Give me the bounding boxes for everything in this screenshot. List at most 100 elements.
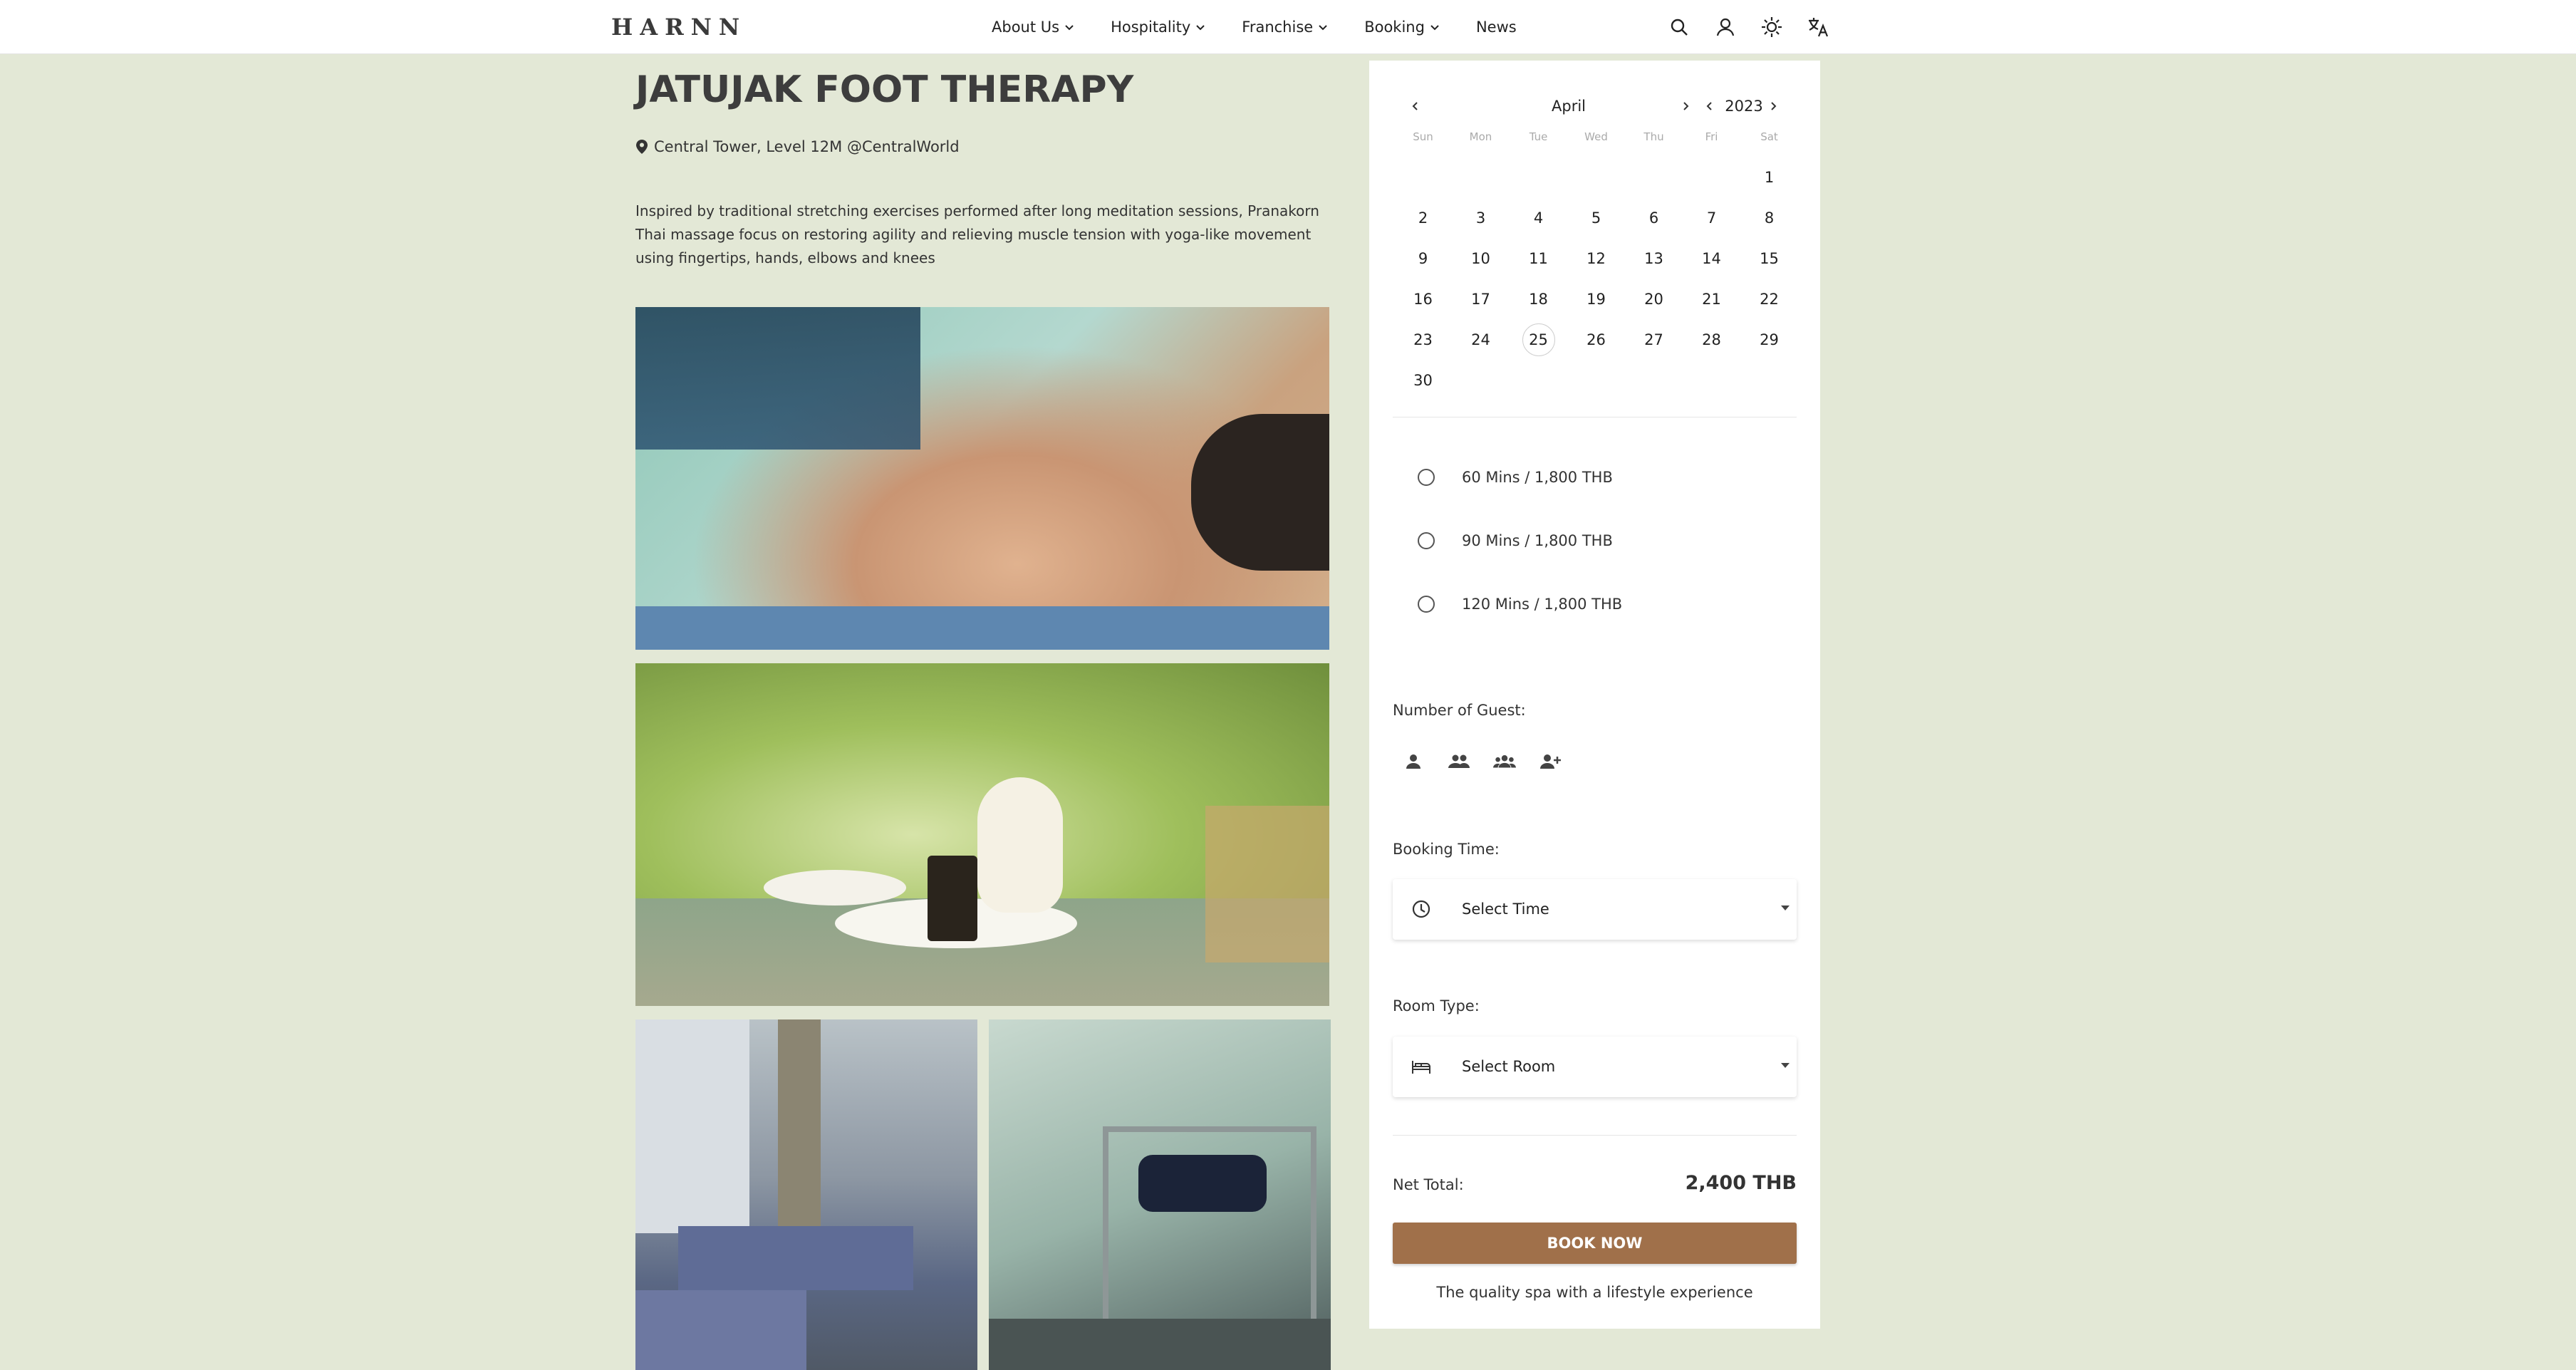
- calendar-day[interactable]: 8: [1740, 197, 1798, 238]
- calendar-day[interactable]: 28: [1683, 319, 1740, 360]
- book-now-button[interactable]: BOOK NOW: [1393, 1223, 1797, 1264]
- booking-time-label: Booking Time:: [1393, 841, 1500, 858]
- two-people-icon[interactable]: [1448, 750, 1470, 773]
- day-number: 21: [1702, 290, 1721, 308]
- empty-day-cell: [1452, 157, 1510, 197]
- room-type-value: Select Room: [1462, 1058, 1556, 1075]
- month-label: April: [1552, 98, 1586, 115]
- nav-hospitality[interactable]: Hospitality: [1111, 19, 1206, 36]
- chevron-left-icon: [1706, 102, 1712, 110]
- calendar-day[interactable]: 4: [1510, 197, 1567, 238]
- caret-down-icon: [1781, 1063, 1790, 1068]
- day-number: 10: [1471, 249, 1490, 267]
- booking-panel: April 2023 Sun Mon Tue Wed Thu Fri Sat 1234567…: [1369, 61, 1820, 1329]
- location-text: Central Tower, Level 12M @CentralWorld: [654, 138, 960, 155]
- duration-option-120[interactable]: 120 Mins / 1,800 THB: [1418, 596, 1622, 613]
- radio-button[interactable]: [1418, 596, 1435, 613]
- calendar-day[interactable]: 3: [1452, 197, 1510, 238]
- chevron-down-icon: [1430, 24, 1439, 30]
- day-number: 28: [1702, 331, 1721, 348]
- divider: [1393, 1135, 1797, 1136]
- room-type-label: Room Type:: [1393, 997, 1480, 1014]
- day-number: 8: [1764, 209, 1775, 227]
- day-number: 14: [1702, 249, 1721, 267]
- chevron-down-icon: [1196, 24, 1205, 30]
- nav-news[interactable]: News: [1476, 19, 1517, 36]
- harnn-logo[interactable]: HARNN: [611, 11, 747, 43]
- calendar-day[interactable]: 11: [1510, 238, 1567, 279]
- nav-booking[interactable]: Booking: [1364, 19, 1440, 36]
- calendar-day[interactable]: 2: [1394, 197, 1452, 238]
- prev-month-button[interactable]: [1407, 92, 1424, 120]
- calendar-day[interactable]: 21: [1683, 279, 1740, 319]
- day-number: 29: [1760, 331, 1779, 348]
- calendar-day[interactable]: 17: [1452, 279, 1510, 319]
- room-type-select[interactable]: Select Room: [1393, 1037, 1797, 1097]
- location-line: Central Tower, Level 12M @CentralWorld: [635, 138, 960, 155]
- nav-label: About Us: [992, 18, 1060, 36]
- booking-time-select[interactable]: Select Time: [1393, 879, 1797, 940]
- option-label: 90 Mins / 1,800 THB: [1462, 532, 1613, 549]
- next-month-button[interactable]: [1677, 92, 1694, 120]
- calendar-day[interactable]: 9: [1394, 238, 1452, 279]
- next-year-button[interactable]: [1765, 92, 1782, 120]
- header-actions: [1667, 0, 1830, 53]
- group-icon[interactable]: [1493, 750, 1516, 773]
- day-number: 19: [1586, 290, 1606, 308]
- nav-label: Hospitality: [1111, 18, 1191, 36]
- calendar-day[interactable]: 14: [1683, 238, 1740, 279]
- empty-day-cell: [1394, 157, 1452, 197]
- spa-items-photo: [635, 663, 1329, 1006]
- calendar-day[interactable]: 19: [1567, 279, 1625, 319]
- chevron-down-icon: [1065, 24, 1074, 30]
- day-number: 9: [1418, 249, 1428, 267]
- calendar-day[interactable]: 16: [1394, 279, 1452, 319]
- calendar-day[interactable]: 23: [1394, 319, 1452, 360]
- net-total-label: Net Total:: [1393, 1176, 1464, 1193]
- empty-day-cell: [1683, 157, 1740, 197]
- search-icon[interactable]: [1667, 15, 1691, 39]
- calendar-day-today[interactable]: 25: [1510, 319, 1567, 360]
- translate-icon[interactable]: [1806, 15, 1830, 39]
- one-person-icon[interactable]: [1402, 750, 1425, 773]
- calendar-day[interactable]: 13: [1625, 238, 1683, 279]
- calendar-day[interactable]: 30: [1394, 360, 1452, 400]
- nav-about-us[interactable]: About Us: [992, 19, 1075, 36]
- day-number: 2: [1418, 209, 1428, 227]
- day-number: 7: [1706, 209, 1717, 227]
- nav-franchise[interactable]: Franchise: [1242, 19, 1329, 36]
- calendar-day[interactable]: 24: [1452, 319, 1510, 360]
- calendar-day[interactable]: 22: [1740, 279, 1798, 319]
- user-icon[interactable]: [1713, 15, 1738, 39]
- add-person-icon[interactable]: [1539, 750, 1562, 773]
- day-number: 4: [1533, 209, 1544, 227]
- theme-sun-icon[interactable]: [1760, 15, 1784, 39]
- calendar-day[interactable]: 5: [1567, 197, 1625, 238]
- radio-button[interactable]: [1418, 469, 1435, 486]
- duration-option-90[interactable]: 90 Mins / 1,800 THB: [1418, 532, 1613, 549]
- calendar-day[interactable]: 1: [1740, 157, 1798, 197]
- prev-year-button[interactable]: [1701, 92, 1718, 120]
- booking-time-value: Select Time: [1462, 901, 1549, 918]
- weekday-label: Fri: [1705, 130, 1718, 143]
- calendar-day[interactable]: 29: [1740, 319, 1798, 360]
- day-number: 24: [1471, 331, 1490, 348]
- weekday-label: Sat: [1760, 130, 1778, 143]
- weekday-label: Tue: [1529, 130, 1548, 143]
- calendar-day[interactable]: 12: [1567, 238, 1625, 279]
- calendar-day[interactable]: 18: [1510, 279, 1567, 319]
- calendar-day[interactable]: 26: [1567, 319, 1625, 360]
- calendar-day[interactable]: 27: [1625, 319, 1683, 360]
- calendar-day[interactable]: 20: [1625, 279, 1683, 319]
- net-total-value: 2,400 THB: [1685, 1172, 1797, 1194]
- duration-option-60[interactable]: 60 Mins / 1,800 THB: [1418, 469, 1613, 486]
- radio-button[interactable]: [1418, 532, 1435, 549]
- chevron-right-icon: [1771, 102, 1777, 110]
- day-number: 16: [1413, 290, 1433, 308]
- day-number: 27: [1644, 331, 1663, 348]
- calendar-day[interactable]: 6: [1625, 197, 1683, 238]
- calendar-day[interactable]: 15: [1740, 238, 1798, 279]
- caret-down-icon: [1781, 905, 1790, 910]
- calendar-day[interactable]: 7: [1683, 197, 1740, 238]
- calendar-day[interactable]: 10: [1452, 238, 1510, 279]
